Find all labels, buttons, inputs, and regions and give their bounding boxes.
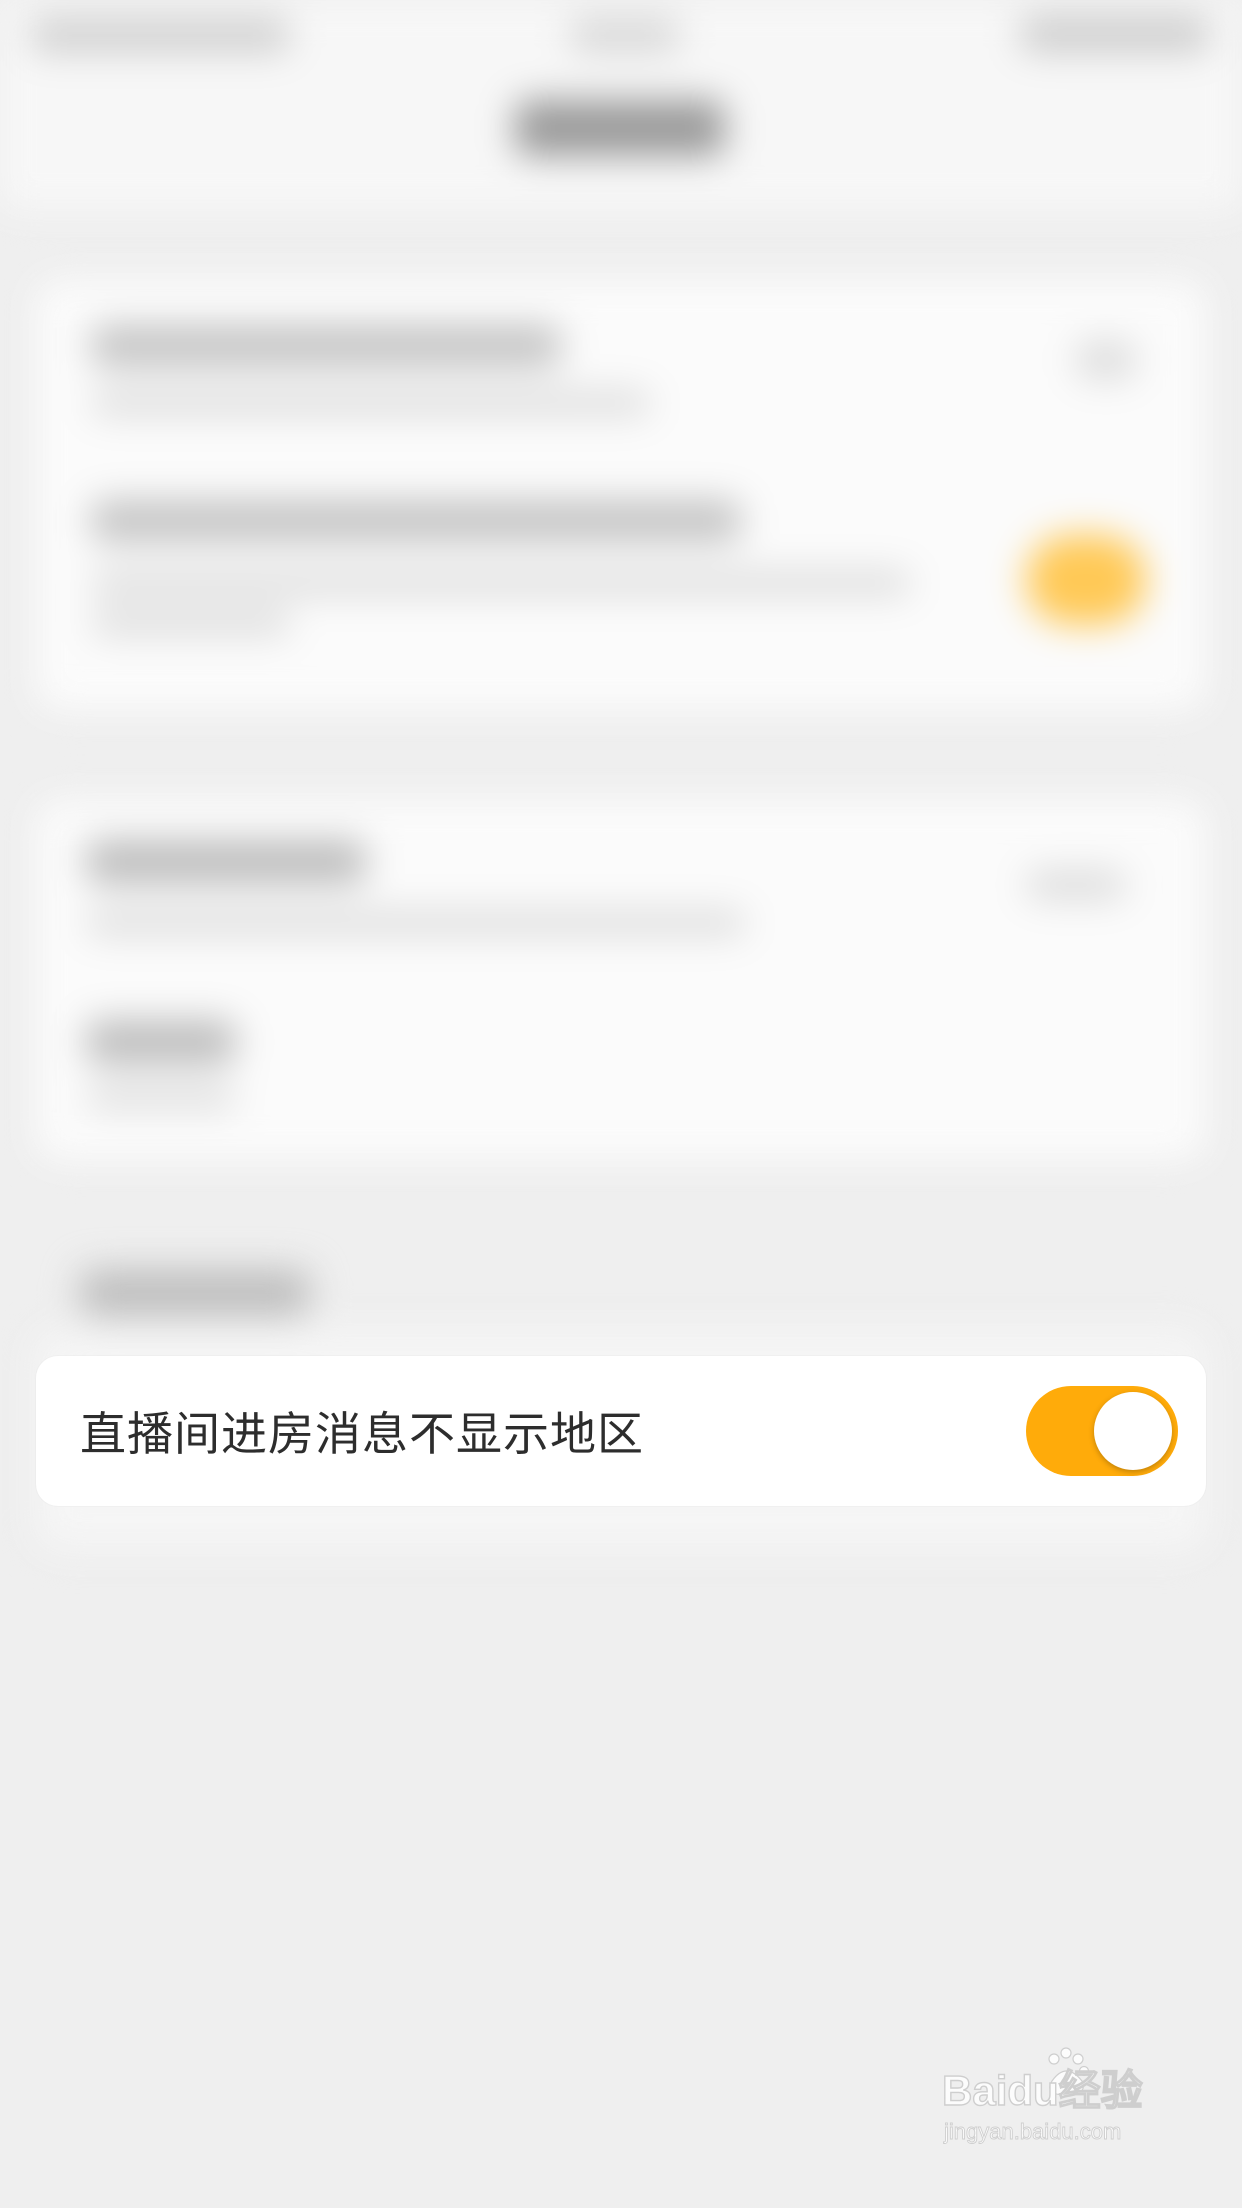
toggle-knob <box>1094 1392 1172 1470</box>
hide-region-toggle[interactable] <box>1026 1386 1178 1476</box>
setting-label: 直播间进房消息不显示地区 <box>80 1407 644 1461</box>
settings-screen: 直播间进房消息不显示地区 Baidu经验 jingyan.baidu.com <box>0 0 1242 2208</box>
watermark-logo-text: Baidu经验 <box>942 2067 1143 2114</box>
blurred-card-1 <box>36 280 1206 710</box>
status-bar <box>0 0 1242 90</box>
setting-row-hide-region: 直播间进房消息不显示地区 <box>36 1356 1206 1506</box>
blurred-background <box>0 0 1242 2208</box>
baidu-jingyan-watermark: Baidu经验 jingyan.baidu.com <box>942 2047 1143 2144</box>
nav-bar <box>0 90 1242 210</box>
watermark-url: jingyan.baidu.com <box>943 2119 1121 2144</box>
blurred-card-2 <box>36 800 1206 1160</box>
